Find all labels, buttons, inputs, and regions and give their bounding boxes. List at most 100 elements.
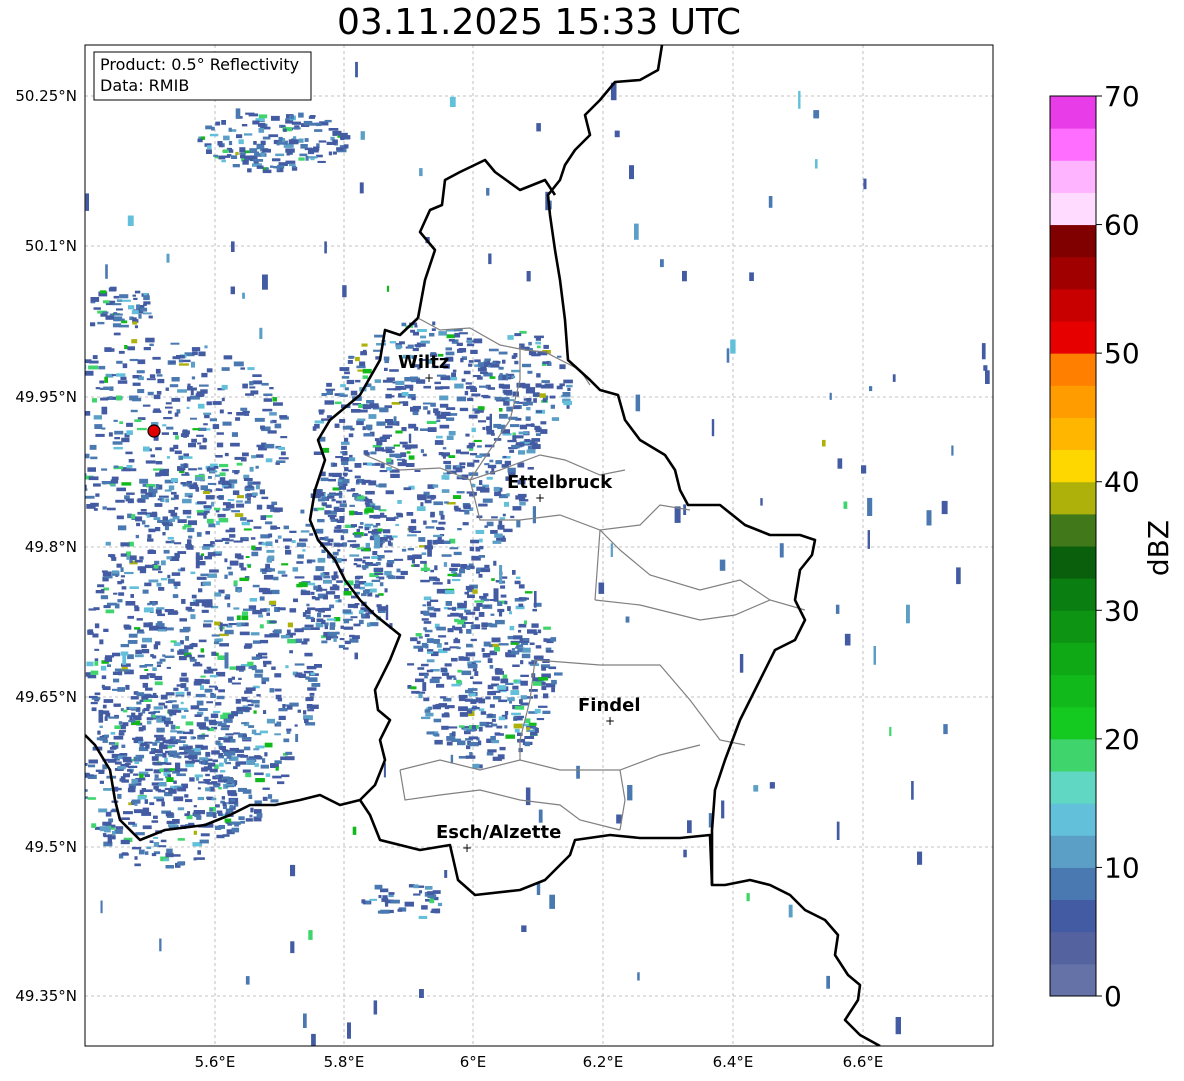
echo-cell (417, 494, 427, 499)
echo-cell (132, 737, 140, 740)
echo-cell (634, 223, 639, 240)
echo-cell (401, 322, 407, 327)
echo-cell (88, 764, 96, 768)
echo-cell (198, 708, 208, 711)
echo-cell (152, 492, 156, 497)
echo-cell (356, 547, 364, 550)
echo-cell (420, 502, 424, 507)
echo-cell (430, 494, 435, 500)
echo-cell (116, 487, 126, 492)
echo-cell (476, 603, 483, 607)
echo-cell (127, 640, 138, 644)
echo-cell (170, 648, 174, 652)
echo-cell (241, 124, 248, 127)
echo-cell (143, 303, 147, 306)
echo-cell (512, 570, 516, 575)
echo-cell (889, 726, 892, 737)
echo-cell (168, 824, 178, 827)
echo-cell (338, 494, 343, 499)
echo-cell (154, 734, 164, 738)
echo-cell (165, 852, 174, 858)
echo-cell (444, 705, 450, 710)
echo-cell (374, 572, 384, 575)
echo-cell (489, 651, 497, 656)
echo-cell (239, 562, 244, 568)
echo-cell (300, 590, 311, 596)
echo-cell (377, 528, 383, 532)
echo-cell (30, 432, 39, 437)
echo-cell (338, 644, 345, 649)
echo-cell (366, 622, 371, 627)
echo-cell (283, 738, 290, 743)
echo-cell (184, 687, 189, 692)
echo-cell (366, 424, 373, 430)
echo-cell (339, 638, 345, 641)
colorbar-band (1050, 835, 1096, 868)
echo-cell (196, 434, 204, 437)
echo-cell (198, 639, 207, 643)
colorbar-band (1050, 963, 1096, 997)
echo-cell (445, 601, 452, 606)
echo-cell (300, 530, 310, 533)
echo-cell (149, 802, 155, 806)
echo-cell (538, 705, 548, 708)
echo-cell (85, 364, 87, 370)
echo-cell (472, 725, 476, 729)
echo-cell (97, 730, 101, 735)
echo-cell (39, 460, 49, 462)
echo-cell (178, 455, 184, 460)
echo-cell (70, 407, 73, 410)
echo-cell (191, 594, 197, 599)
echo-cell (137, 359, 146, 365)
echo-cell (74, 447, 81, 452)
echo-cell (540, 429, 548, 434)
echo-cell (132, 375, 139, 379)
echo-cell (457, 604, 467, 608)
echo-cell (522, 638, 529, 641)
echo-cell (110, 809, 118, 813)
echo-cell (114, 430, 124, 435)
echo-cell (200, 833, 210, 837)
echo-cell (507, 439, 517, 443)
echo-cell (113, 465, 119, 468)
echo-cell (151, 601, 156, 606)
echo-cell (361, 480, 366, 485)
echo-cell (147, 538, 154, 542)
echo-cell (262, 408, 273, 412)
echo-cell (524, 741, 530, 747)
echo-cell (50, 465, 56, 467)
echo-cell (185, 472, 189, 476)
echo-cell (279, 415, 288, 419)
echo-cell (325, 388, 336, 391)
echo-cell (202, 437, 207, 443)
echo-cell (253, 710, 257, 714)
echo-cell (505, 652, 509, 657)
echo-cell (140, 489, 147, 494)
echo-cell (252, 380, 263, 385)
echo-cell (629, 165, 634, 180)
echo-cell (211, 634, 220, 637)
echo-cell (746, 893, 750, 902)
echo-cell (423, 520, 427, 525)
echo-cell (141, 788, 146, 791)
echo-cell (417, 667, 425, 670)
echo-cell (120, 575, 125, 578)
echo-cell (115, 395, 122, 401)
echo-cell (204, 780, 210, 784)
echo-cell (242, 452, 249, 457)
echo-cell (479, 595, 487, 599)
echo-cell (103, 628, 109, 632)
echo-cell (187, 520, 197, 526)
echo-cell (275, 766, 279, 771)
echo-cell (372, 551, 378, 556)
echo-cell (114, 725, 121, 729)
echo-cell (97, 321, 105, 325)
echo-cell (363, 590, 370, 594)
echo-cell (276, 721, 282, 726)
echo-cell (27, 447, 36, 452)
echo-cell (352, 545, 358, 548)
echo-cell (341, 441, 350, 445)
echo-cell (237, 555, 244, 560)
echo-cell (104, 376, 108, 383)
echo-cell (543, 638, 547, 642)
